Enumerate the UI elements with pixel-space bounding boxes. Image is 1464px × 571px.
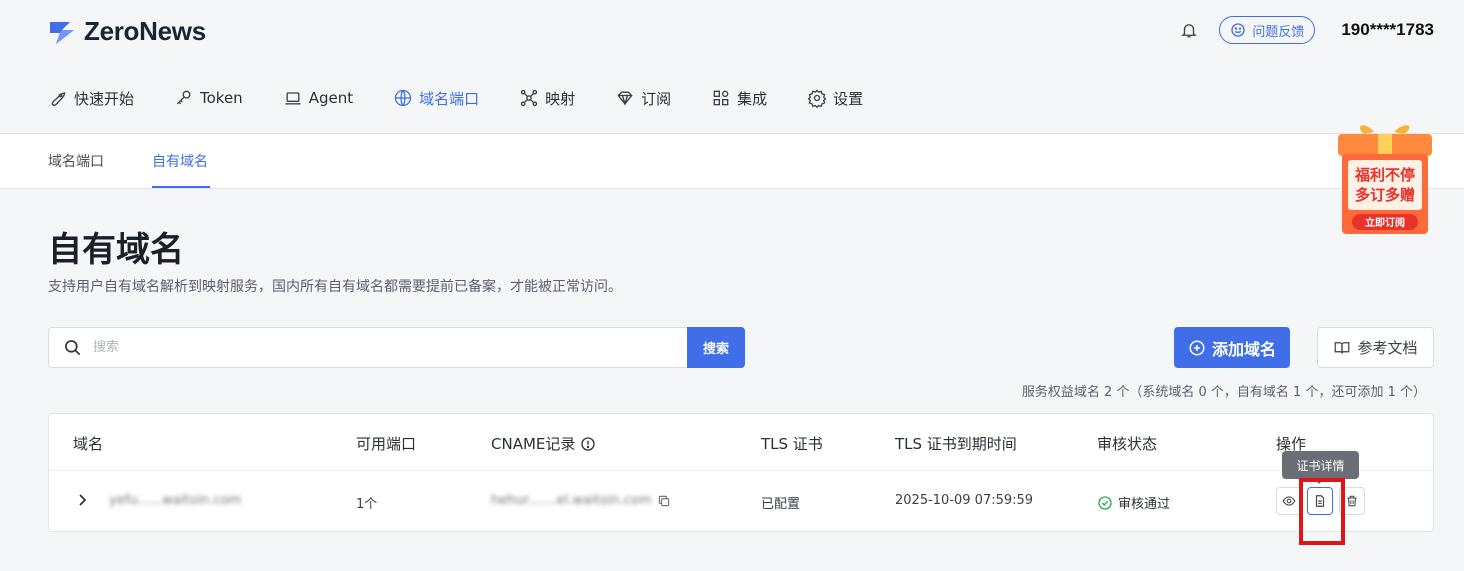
- laptop-icon: [285, 92, 301, 105]
- grid-icon: [713, 90, 729, 106]
- nav-item-subscription[interactable]: 订阅: [615, 84, 671, 112]
- col-domain: 域名: [73, 435, 104, 453]
- col-ports: 可用端口: [356, 435, 417, 453]
- user-phone[interactable]: 190****1783: [1341, 20, 1434, 40]
- table-row: yefu......waitoin.com 1个 hehur.......el.…: [49, 471, 1433, 532]
- book-icon: [1335, 341, 1350, 353]
- nav-item-settings[interactable]: 设置: [807, 84, 863, 112]
- promo-gift-banner[interactable]: 福利不停 多订多赠 立即订阅: [1334, 120, 1436, 238]
- nav-label: 快速开始: [74, 89, 135, 108]
- logo[interactable]: ZeroNews: [48, 16, 206, 47]
- search-icon: [65, 340, 81, 356]
- col-status: 审核状态: [1097, 435, 1158, 453]
- rocket-icon: [51, 92, 66, 107]
- cell-ports: 1个: [356, 497, 378, 512]
- status-label: 审核通过: [1118, 497, 1171, 512]
- cell-cname: hehur.......el.waitoin.com: [491, 493, 671, 508]
- subtab-own-domain[interactable]: 自有域名: [152, 151, 208, 171]
- cname-value: hehur.......el.waitoin.com: [491, 493, 652, 508]
- quota-text: 服务权益域名 2 个（系统域名 0 个，自有域名 1 个，还可添加 1 个）: [1021, 385, 1426, 400]
- nav-label: 域名端口: [419, 89, 480, 108]
- gear-icon: [807, 89, 827, 108]
- subtab-domain-port[interactable]: 域名端口: [48, 151, 104, 171]
- globe-icon: [394, 89, 412, 107]
- cell-expires: 2025-10-09 07:59:59: [895, 493, 1034, 508]
- info-icon[interactable]: [580, 436, 596, 452]
- promo-line1: 福利不停: [1354, 166, 1415, 184]
- top-header: ZeroNews 问题反馈 190****1783 快速开始 Token Age…: [0, 0, 1464, 134]
- smile-icon: [1231, 23, 1245, 37]
- nav-item-agent[interactable]: Agent: [283, 84, 353, 112]
- docs-label: 参考文档: [1357, 339, 1418, 357]
- cert-details-tooltip: 证书详情: [1282, 451, 1359, 484]
- search-button[interactable]: 搜索: [687, 327, 745, 368]
- bell-icon[interactable]: [1179, 20, 1199, 40]
- check-circle-icon: [1098, 495, 1112, 510]
- feedback-label: 问题反馈: [1252, 24, 1305, 40]
- page-title: 自有域名: [48, 230, 184, 270]
- search-bar: 搜索: [48, 327, 745, 368]
- col-tls: TLS 证书: [761, 435, 823, 453]
- cell-tls: 已配置: [761, 497, 801, 512]
- nav-item-token[interactable]: Token: [174, 84, 243, 112]
- promo-cta: 立即订阅: [1365, 216, 1405, 229]
- nav-item-mapping[interactable]: 映射: [519, 84, 575, 112]
- active-tab-indicator: [152, 186, 210, 188]
- docs-button[interactable]: 参考文档: [1317, 327, 1434, 368]
- plus-circle-icon: [1189, 340, 1205, 355]
- domain-value: yefu......waitoin.com: [109, 493, 242, 508]
- highlight-box: [1299, 478, 1345, 545]
- nav-label: Agent: [308, 89, 354, 107]
- col-cname-label: CNAME记录: [491, 435, 576, 453]
- nav-label: 集成: [737, 89, 768, 108]
- cell-domain: yefu......waitoin.com: [109, 493, 241, 508]
- nav-label: 订阅: [641, 89, 672, 108]
- main-nav: 快速开始 Token Agent 域名端口 映射 订阅 集成 设置: [48, 84, 903, 112]
- chevron-right-icon[interactable]: [75, 491, 89, 509]
- cell-status: 审核通过: [1097, 493, 1170, 512]
- eye-icon: [1282, 496, 1296, 506]
- table-header: 域名 可用端口 CNAME记录 TLS 证书 TLS 证书到期时间 审核状态 操…: [49, 414, 1433, 471]
- nav-item-integration[interactable]: 集成: [711, 84, 767, 112]
- copy-icon[interactable]: [657, 494, 671, 508]
- col-cname: CNAME记录: [491, 433, 596, 454]
- page-description: 支持用户自有域名解析到映射服务，国内所有自有域名都需要提前已备案，才能被正常访问…: [48, 279, 622, 295]
- add-domain-button[interactable]: 添加域名: [1174, 327, 1290, 368]
- diamond-icon: [617, 91, 633, 107]
- sub-tabs: 域名端口 自有域名: [0, 135, 1464, 189]
- search-input[interactable]: [93, 328, 683, 367]
- nodes-icon: [520, 89, 538, 107]
- header-actions: 问题反馈 190****1783: [1179, 16, 1434, 44]
- nav-item-quickstart[interactable]: 快速开始: [48, 84, 134, 112]
- trash-icon: [1347, 495, 1357, 507]
- col-tls-expiry: TLS 证书到期时间: [895, 435, 1017, 453]
- feedback-button[interactable]: 问题反馈: [1219, 16, 1316, 44]
- key-icon: [176, 90, 191, 105]
- nav-item-domain-port[interactable]: 域名端口: [393, 84, 479, 112]
- nav-label: 映射: [545, 89, 576, 108]
- zeronews-logo-icon: [50, 21, 74, 44]
- domain-table: 域名 可用端口 CNAME记录 TLS 证书 TLS 证书到期时间 审核状态 操…: [48, 413, 1434, 532]
- nav-label: Token: [200, 89, 243, 107]
- add-domain-label: 添加域名: [1211, 339, 1276, 359]
- promo-line2: 多订多赠: [1355, 186, 1415, 204]
- brand-name: ZeroNews: [84, 16, 206, 46]
- nav-label: 设置: [833, 89, 864, 108]
